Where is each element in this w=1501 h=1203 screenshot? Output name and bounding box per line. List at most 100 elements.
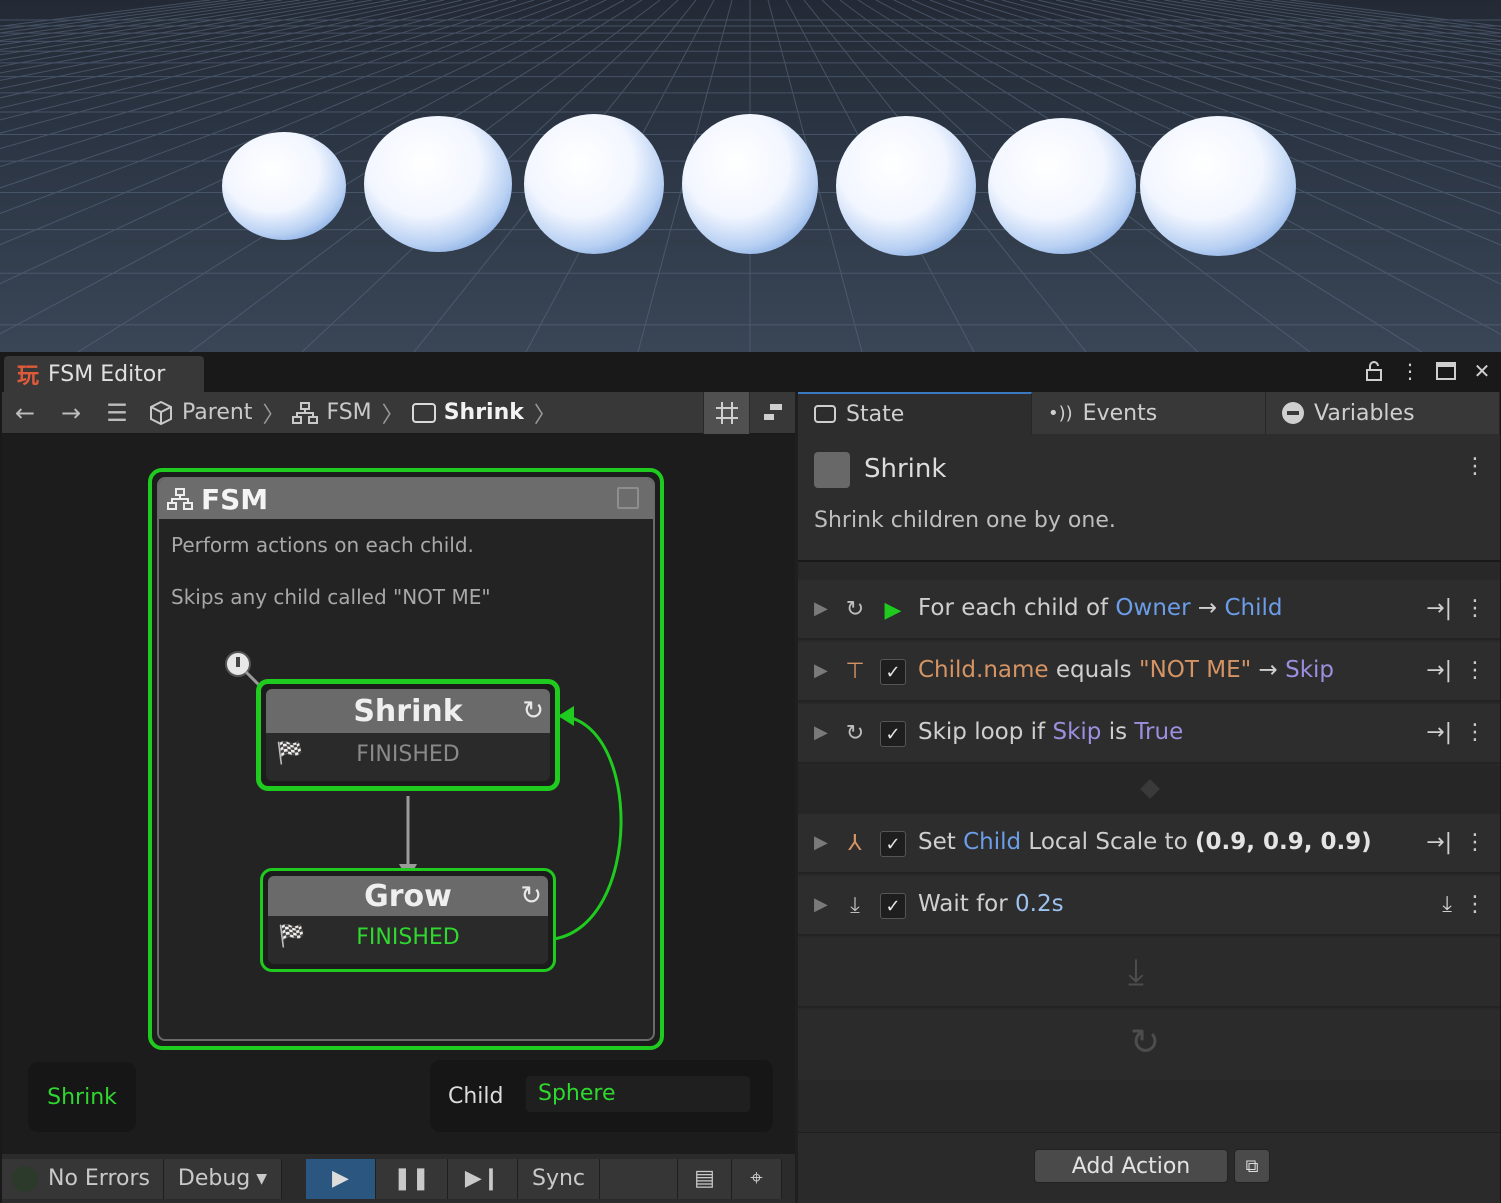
enabled-checkbox[interactable]: ✓ [880, 659, 906, 685]
sphere-object[interactable] [682, 114, 818, 254]
enabled-checkbox[interactable]: ✓ [880, 721, 906, 747]
minimap-toggle-icon[interactable] [749, 392, 795, 434]
action-menu-icon[interactable]: ⋮ [1464, 720, 1486, 745]
action-row[interactable]: ▶ ⤓ ✓ Wait for 0.2s ⤓ ⋮ [798, 876, 1500, 936]
sphere-object[interactable] [222, 132, 346, 240]
breadcrumb-separator-icon: 〉 [381, 402, 404, 428]
crosshair-icon: ⌖ [750, 1166, 763, 1191]
breadcrumb-parent[interactable]: Parent [148, 400, 252, 426]
sphere-object[interactable] [1140, 116, 1296, 256]
finish-after-icon[interactable]: →| [1426, 658, 1452, 683]
enabled-checkbox[interactable]: ✓ [880, 831, 906, 857]
menu-icon[interactable]: ☰ [94, 392, 140, 434]
breadcrumb-more-icon[interactable]: 〉 [534, 397, 556, 429]
playmaker-logo-icon: 玩 [16, 364, 39, 389]
window-menu-icon[interactable]: ⋮ [1398, 358, 1422, 384]
gameobject-cube-icon [150, 400, 172, 425]
add-action-bar: Add Action ⧉ [798, 1132, 1500, 1203]
tab-state[interactable]: State [798, 392, 1032, 434]
fsm-editor-window: 玩 FSM Editor ⋮ ✕ ← → ☰ Parent 〉 FSM 〉 Sh… [2, 352, 1500, 1203]
state-menu-icon[interactable]: ⋮ [1464, 454, 1486, 479]
state-name[interactable]: Shrink [864, 454, 946, 484]
state-color-swatch[interactable] [814, 452, 850, 488]
state-node-title: Shrink [353, 693, 463, 729]
state-node-shrink[interactable]: Shrink ↻ 🏁 FINISHED [256, 679, 560, 791]
grid-toggle-icon[interactable] [703, 392, 749, 434]
state-square-icon [814, 405, 836, 423]
transition-finished[interactable]: 🏁 FINISHED [268, 916, 548, 958]
wait-placeholder-icon: ⤓ [1128, 952, 1144, 993]
expand-arrow-icon[interactable]: ▶ [814, 598, 828, 619]
scene-viewport[interactable] [0, 0, 1501, 352]
finish-after-icon[interactable]: →| [1426, 830, 1452, 855]
expand-arrow-icon[interactable]: ▶ [814, 894, 828, 915]
loop-icon: ↻ [520, 881, 542, 911]
add-action-button[interactable]: Add Action [1034, 1149, 1228, 1183]
transition-label: FINISHED [356, 924, 460, 950]
sphere-object[interactable] [364, 116, 512, 252]
step-button[interactable]: ▶❙ [448, 1158, 518, 1199]
window-title: FSM Editor [48, 361, 166, 387]
enabled-checkbox[interactable]: ✓ [880, 893, 906, 919]
tab-events[interactable]: •)) Events [1032, 392, 1266, 434]
action-menu-icon[interactable]: ⋮ [1464, 658, 1486, 683]
log-button[interactable]: ▤ [678, 1158, 732, 1199]
action-menu-icon[interactable]: ⋮ [1464, 892, 1486, 917]
lock-icon[interactable] [1362, 358, 1386, 384]
tab-variables[interactable]: Variables [1266, 392, 1500, 434]
current-state-label: Shrink [47, 1084, 117, 1110]
action-label: For each child of Owner → Child [918, 595, 1283, 621]
inspector-pane: State •)) Events Variables Shrink ⋮ Shri… [798, 392, 1500, 1203]
string-compare-icon: ⊤ [845, 658, 865, 684]
action-browser-icon[interactable]: ⧉ [1234, 1149, 1270, 1183]
expand-arrow-icon[interactable]: ▶ [814, 660, 828, 681]
action-row[interactable]: ▶ ⅄ ✓ Set Child Local Scale to (0.9, 0.9… [798, 814, 1500, 874]
expand-arrow-icon[interactable]: ▶ [814, 832, 828, 853]
breadcrumb-state[interactable]: Shrink [411, 400, 524, 425]
breadcrumb-fsm[interactable]: FSM [292, 400, 372, 425]
fsm-graph-canvas[interactable]: FSM Perform actions on each child. Skips… [2, 434, 795, 1154]
window-tabbar: 玩 FSM Editor ⋮ ✕ [2, 352, 1500, 392]
locate-button[interactable]: ⌖ [732, 1158, 782, 1199]
sync-button[interactable]: Sync [518, 1158, 600, 1199]
running-play-icon: ▶ [884, 597, 902, 623]
error-status-label: No Errors [48, 1166, 150, 1191]
action-row[interactable]: ▶ ⊤ ✓ Child.name equals "NOT ME" → Skip … [798, 642, 1500, 702]
back-arrow-icon[interactable]: ← [2, 392, 48, 434]
action-label: Wait for 0.2s [918, 891, 1064, 917]
sphere-object[interactable] [524, 114, 664, 254]
transition-links [225, 651, 623, 941]
action-menu-icon[interactable]: ⋮ [1464, 596, 1486, 621]
status-bar: No Errors Debug ▼ ▶ ❚❚ ▶❙ Sync ▤ ⌖ [2, 1154, 795, 1203]
finish-after-icon[interactable]: →| [1426, 720, 1452, 745]
close-icon[interactable]: ✕ [1470, 358, 1494, 384]
state-description[interactable]: Shrink children one by one. [814, 508, 1116, 533]
loop-icon: ↻ [522, 696, 544, 726]
loop-icon: ↻ [845, 596, 865, 622]
loop-icon: ↻ [845, 720, 865, 746]
wait-download-icon[interactable]: ⤓ [1442, 892, 1452, 917]
transition-finished[interactable]: 🏁 FINISHED [266, 733, 550, 775]
window-tab[interactable]: 玩 FSM Editor [4, 356, 204, 392]
play-button[interactable]: ▶ [306, 1158, 376, 1199]
finish-after-icon[interactable]: →| [1426, 596, 1452, 621]
sphere-object[interactable] [988, 118, 1136, 254]
variable-watch: Child Sphere [430, 1060, 773, 1132]
action-menu-icon[interactable]: ⋮ [1464, 830, 1486, 855]
forward-arrow-icon[interactable]: → [48, 392, 94, 434]
error-status[interactable]: No Errors [2, 1158, 164, 1199]
state-node-title: Grow [364, 878, 452, 914]
pause-icon: ❚❚ [393, 1166, 430, 1191]
expand-arrow-icon[interactable]: ▶ [814, 722, 828, 743]
sphere-object[interactable] [836, 116, 976, 256]
maximize-icon[interactable] [1434, 358, 1458, 384]
state-node-grow[interactable]: Grow ↻ 🏁 FINISHED [260, 868, 556, 972]
pause-button[interactable]: ❚❚ [376, 1158, 448, 1199]
loop-drop-zone: ↻ [798, 1010, 1500, 1080]
inspector-tabs: State •)) Events Variables [798, 392, 1500, 434]
action-row[interactable]: ▶ ↻ ▶ For each child of Owner → Child →|… [798, 580, 1500, 640]
separator-diamond-icon [1140, 779, 1160, 799]
action-label: Child.name equals "NOT ME" → Skip [918, 657, 1335, 683]
action-row[interactable]: ▶ ↻ ✓ Skip loop if Skip is True →| ⋮ [798, 704, 1500, 764]
debug-dropdown[interactable]: Debug ▼ [164, 1158, 282, 1199]
